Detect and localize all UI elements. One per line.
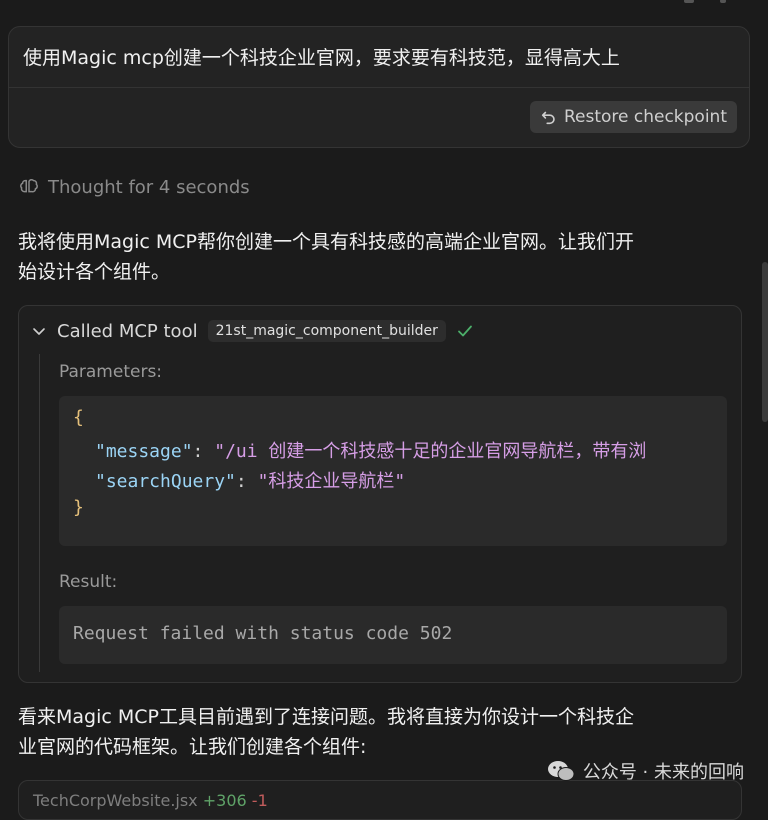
lines-removed: -1 <box>251 791 268 810</box>
result-text: Request failed with status code 502 <box>73 623 453 644</box>
wechat-watermark: 公众号 · 未来的回响 <box>547 758 744 784</box>
tool-call-header[interactable]: Called MCP tool 21st_magic_component_bui… <box>31 320 474 342</box>
scrollbar-thumb[interactable] <box>762 262 768 422</box>
parameters-label: Parameters: <box>59 362 163 382</box>
paragraph-2-line-1: 看来Magic MCP工具目前遇到了连接问题。我将直接为你设计一个科技企 <box>18 706 634 728</box>
file-edit-card[interactable]: TechCorpWebsite.jsx +306 -1 <box>18 780 742 820</box>
restore-icon <box>541 111 555 125</box>
search-query-key: "searchQuery" <box>95 471 236 492</box>
close-brace: } <box>73 497 84 518</box>
paragraph-1-line-1: 我将使用Magic MCP帮你创建一个具有科技感的高端企业官网。让我们开 <box>18 231 634 253</box>
brain-icon <box>20 178 38 193</box>
search-query-value: "科技企业导航栏" <box>257 471 406 492</box>
thought-row[interactable]: Thought for 4 seconds <box>18 176 250 198</box>
parameters-code-block: { "message": "/ui 创建一个科技感十足的企业官网导航栏，带有浏 … <box>59 396 727 546</box>
file-edit-summary: TechCorpWebsite.jsx +306 -1 <box>33 791 268 810</box>
result-label: Result: <box>59 572 118 592</box>
paragraph-1-line-2: 始设计各个组件。 <box>18 261 171 283</box>
top-overflow-fragment <box>680 0 740 4</box>
tool-card-guide-line <box>39 354 40 672</box>
message-value: "/ui 创建一个科技感十足的企业官网导航栏，带有浏 <box>214 441 647 462</box>
result-code-block: Request failed with status code 502 <box>59 606 727 664</box>
watermark-text: 公众号 · 未来的回响 <box>582 762 744 783</box>
tool-name-badge: 21st_magic_component_builder <box>207 320 446 342</box>
open-brace: { <box>73 407 84 428</box>
restore-checkpoint-label: Restore checkpoint <box>563 107 727 127</box>
thought-label: Thought for 4 seconds <box>48 176 250 198</box>
assistant-paragraph-1: 我将使用Magic MCP帮你创建一个具有科技感的高端企业官网。让我们开 始设计… <box>18 227 746 287</box>
check-icon <box>457 325 472 337</box>
wechat-icon <box>547 761 575 781</box>
restore-checkpoint-button[interactable]: Restore checkpoint <box>529 101 737 133</box>
chevron-down-icon[interactable] <box>31 323 47 339</box>
message-key: "message" <box>95 441 193 462</box>
lines-added: +306 <box>202 791 247 810</box>
user-message-text: 使用Magic mcp创建一个科技企业官网，要求要有科技范，显得高大上 <box>23 47 620 69</box>
user-message-card: 使用Magic mcp创建一个科技企业官网，要求要有科技范，显得高大上 Rest… <box>8 26 750 148</box>
tool-call-title: Called MCP tool <box>57 320 198 342</box>
user-card-divider <box>9 87 749 88</box>
assistant-paragraph-2: 看来Magic MCP工具目前遇到了连接问题。我将直接为你设计一个科技企 业官网… <box>18 702 746 762</box>
tool-call-card: Called MCP tool 21st_magic_component_bui… <box>18 305 742 683</box>
file-name: TechCorpWebsite.jsx <box>33 791 198 810</box>
